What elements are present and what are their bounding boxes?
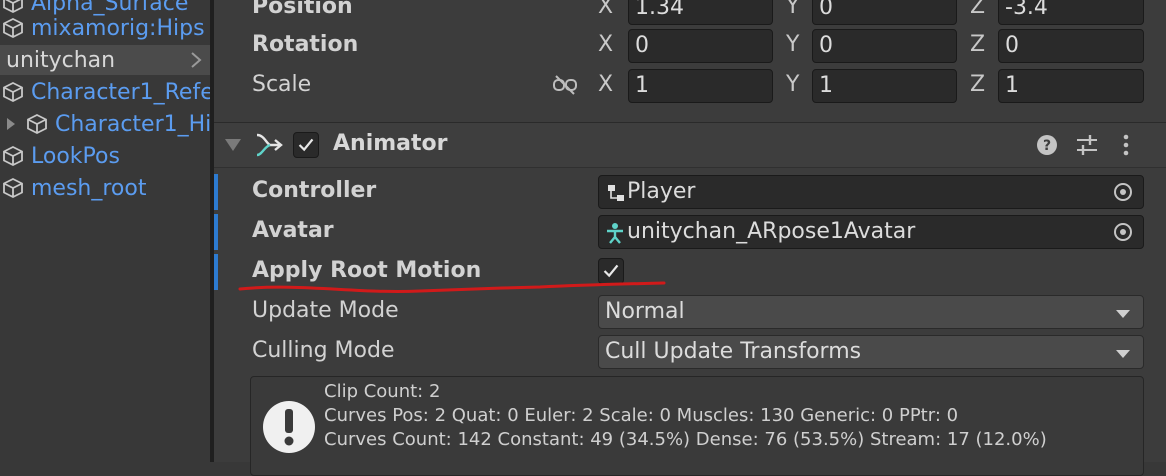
update-mode-value: Normal — [605, 299, 685, 324]
axis-z-label[interactable]: Z — [970, 0, 985, 19]
axis-x-label[interactable]: X — [598, 0, 613, 19]
position-z-field[interactable]: -3.4 — [998, 0, 1144, 25]
gameobject-icon — [3, 81, 23, 103]
override-indicator — [214, 254, 218, 290]
hierarchy-item-label: Character1_Reference — [31, 79, 210, 105]
position-label: Position — [252, 0, 353, 19]
rotation-label: Rotation — [252, 32, 359, 57]
animator-info-box: Clip Count: 2 Curves Pos: 2 Quat: 0 Eule… — [250, 376, 1144, 476]
scale-y-field[interactable]: 1 — [812, 69, 957, 103]
axis-z-label[interactable]: Z — [970, 72, 985, 97]
hierarchy-item-label: Character1_Hips — [55, 111, 210, 137]
culling-mode-dropdown[interactable]: Cull Update Transforms — [598, 335, 1144, 369]
override-indicator — [214, 174, 218, 210]
position-y-field[interactable]: 0 — [812, 0, 957, 25]
gameobject-icon — [3, 145, 23, 167]
scale-x-field[interactable]: 1 — [628, 69, 773, 103]
axis-y-label[interactable]: Y — [786, 32, 799, 57]
transform-position-row: Position X 1.34 Y 0 Z -3.4 — [214, 0, 1166, 28]
animator-controller-icon — [608, 185, 624, 201]
rotation-z-field[interactable]: 0 — [998, 29, 1144, 63]
chevron-right-icon[interactable] — [188, 49, 204, 71]
gameobject-icon — [3, 0, 23, 14]
transform-rotation-row: Rotation X 0 Y 0 Z 0 — [214, 26, 1166, 66]
axis-x-label[interactable]: X — [598, 72, 613, 97]
culling-mode-label: Culling Mode — [252, 338, 395, 363]
help-icon[interactable]: ? — [1036, 134, 1058, 156]
expand-arrow-icon[interactable] — [4, 117, 18, 131]
update-mode-label: Update Mode — [252, 298, 399, 323]
hierarchy-item-label: unitychan — [6, 47, 116, 73]
controller-label: Controller — [252, 178, 377, 203]
rotation-y-field[interactable]: 0 — [812, 29, 957, 63]
rotation-x-field[interactable]: 0 — [628, 29, 773, 63]
scale-z-field[interactable]: 1 — [998, 69, 1144, 103]
hierarchy-item-label: LookPos — [31, 143, 120, 169]
avatar-icon — [607, 223, 623, 244]
axis-x-label[interactable]: X — [598, 32, 613, 57]
chevron-down-icon — [1116, 350, 1130, 358]
animator-enabled-checkbox[interactable] — [293, 132, 319, 158]
chevron-down-icon — [1116, 310, 1130, 318]
hierarchy-item-label: mixamorig:Hips — [31, 15, 205, 41]
hierarchy-item[interactable]: Character1_Reference — [0, 77, 210, 107]
gameobject-icon — [3, 177, 23, 199]
curves-count-text: Curves Count: 142 Constant: 49 (34.5%) D… — [324, 429, 1047, 450]
override-indicator — [214, 214, 218, 250]
hierarchy-item-selected[interactable]: unitychan — [0, 45, 210, 75]
curves-pos-text: Curves Pos: 2 Quat: 0 Euler: 2 Scale: 0 … — [324, 405, 959, 426]
avatar-value: unitychan_ARpose1Avatar — [627, 219, 916, 244]
avatar-label: Avatar — [252, 218, 334, 243]
animator-title: Animator — [333, 131, 448, 156]
apply-root-motion-label: Apply Root Motion — [252, 258, 482, 283]
constrain-proportions-icon[interactable] — [552, 74, 578, 96]
controller-value: Player — [627, 179, 696, 204]
hierarchy-item[interactable]: mixamorig:Hips — [0, 13, 210, 43]
controller-field[interactable]: Player — [598, 175, 1144, 209]
svg-text:?: ? — [1043, 138, 1051, 154]
checkmark-icon — [603, 264, 619, 278]
axis-z-label[interactable]: Z — [970, 32, 985, 57]
hierarchy-item-label: mesh_root — [31, 175, 147, 201]
foldout-arrow-icon[interactable] — [224, 137, 242, 153]
warning-info-icon — [263, 401, 315, 453]
scale-label: Scale — [252, 72, 312, 97]
position-x-field[interactable]: 1.34 — [628, 0, 773, 25]
update-mode-dropdown[interactable]: Normal — [598, 295, 1144, 329]
animator-icon — [256, 133, 283, 157]
gameobject-icon — [27, 113, 47, 135]
axis-y-label[interactable]: Y — [786, 0, 799, 19]
hierarchy-item[interactable]: mesh_root — [0, 173, 210, 203]
object-picker-icon[interactable] — [1113, 182, 1133, 202]
axis-y-label[interactable]: Y — [786, 72, 799, 97]
apply-root-motion-row: Apply Root Motion — [214, 252, 1166, 292]
avatar-row: Avatar unitychan_ARpose1Avatar — [214, 212, 1166, 252]
avatar-field[interactable]: unitychan_ARpose1Avatar — [598, 215, 1144, 249]
animator-component-header[interactable]: Animator ? — [214, 122, 1166, 168]
culling-mode-value: Cull Update Transforms — [605, 339, 862, 364]
inspector-panel: Position X 1.34 Y 0 Z -3.4 Rotation X 0 … — [214, 0, 1166, 476]
more-options-icon[interactable] — [1120, 133, 1132, 157]
culling-mode-row: Culling Mode Cull Update Transforms — [214, 332, 1166, 372]
gameobject-icon — [3, 17, 23, 39]
apply-root-motion-checkbox[interactable] — [598, 258, 624, 284]
object-picker-icon[interactable] — [1113, 222, 1133, 242]
clip-count-text: Clip Count: 2 — [324, 381, 441, 402]
hierarchy-item[interactable]: Character1_Hips — [0, 109, 210, 139]
transform-scale-row: Scale X 1 Y 1 Z 1 — [214, 66, 1166, 106]
hierarchy-item[interactable]: LookPos — [0, 141, 210, 171]
presets-icon[interactable] — [1075, 134, 1099, 156]
controller-row: Controller Player — [214, 172, 1166, 212]
checkmark-icon — [298, 138, 314, 152]
update-mode-row: Update Mode Normal — [214, 292, 1166, 332]
hierarchy-panel: Alpha_Surface mixamorig:Hips unitychan C… — [0, 0, 210, 462]
